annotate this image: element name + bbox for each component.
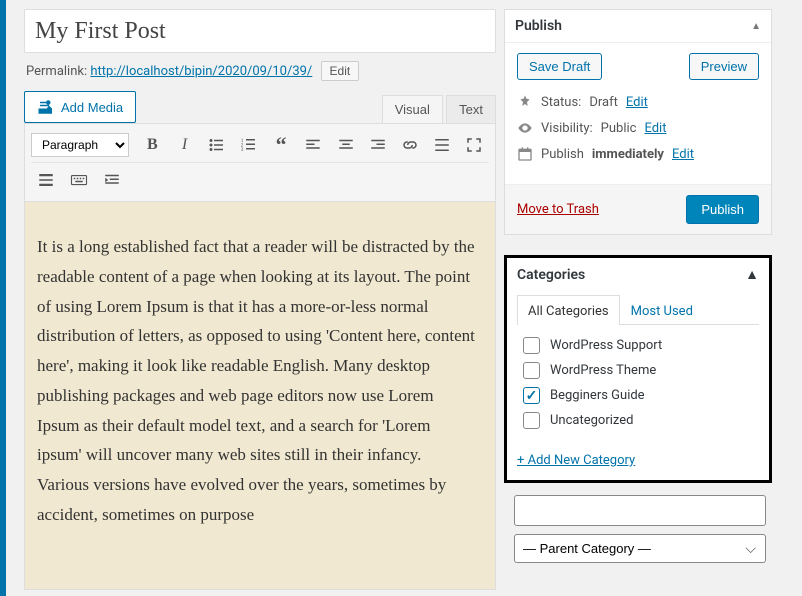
status-label: Status: (541, 95, 581, 110)
align-center-button[interactable] (331, 131, 360, 159)
parent-category-select[interactable]: — Parent Category — (514, 534, 766, 563)
collapse-icon: ▲ (751, 21, 761, 32)
edit-status-link[interactable]: Edit (626, 95, 648, 110)
categories-panel-header[interactable]: Categories ▲ (507, 258, 769, 291)
schedule-value: immediately (592, 147, 664, 162)
fullscreen-button[interactable] (460, 131, 489, 159)
publish-panel-title: Publish (515, 18, 562, 34)
eye-icon (517, 120, 533, 136)
tab-text[interactable]: Text (446, 95, 496, 123)
pin-icon (517, 94, 533, 110)
category-item: Begginers Guide (523, 387, 759, 404)
content-editor[interactable]: It is a long established fact that a rea… (24, 202, 496, 590)
edit-schedule-link[interactable]: Edit (672, 147, 694, 162)
publish-panel: Publish ▲ Save Draft Preview Status: Dra… (504, 9, 772, 235)
read-more-button[interactable] (428, 131, 457, 159)
category-label: WordPress Theme (550, 363, 656, 378)
publish-panel-header[interactable]: Publish ▲ (505, 10, 771, 43)
strikethrough-button[interactable] (31, 166, 61, 194)
camera-music-icon (37, 98, 55, 116)
edit-visibility-link[interactable]: Edit (644, 121, 666, 136)
permalink-url[interactable]: http://localhost/bipin/2020/09/10/39/ (90, 64, 312, 79)
bulleted-list-button[interactable] (202, 131, 231, 159)
numbered-list-button[interactable]: 123 (234, 131, 263, 159)
tab-all-categories[interactable]: All Categories (517, 295, 620, 325)
category-checkbox[interactable] (523, 387, 540, 404)
indent-button[interactable] (97, 166, 127, 194)
permalink-row: Permalink: http://localhost/bipin/2020/0… (26, 61, 494, 81)
align-left-button[interactable] (299, 131, 328, 159)
categories-panel-title: Categories (517, 267, 585, 283)
publish-button[interactable]: Publish (686, 195, 759, 224)
category-item: WordPress Support (523, 337, 759, 354)
category-item: Uncategorized (523, 412, 759, 429)
edit-permalink-button[interactable]: Edit (321, 61, 360, 81)
category-checkbox[interactable] (523, 337, 540, 354)
move-to-trash-link[interactable]: Move to Trash (517, 202, 599, 217)
italic-button[interactable]: I (170, 131, 199, 159)
editor-toolbar: Paragraph B I 123 “ (24, 123, 496, 202)
schedule-label: Publish (541, 147, 584, 162)
permalink-label: Permalink: (26, 64, 87, 79)
blockquote-button[interactable]: “ (267, 131, 296, 159)
category-label: Begginers Guide (550, 388, 645, 403)
add-media-label: Add Media (61, 100, 123, 115)
save-draft-button[interactable]: Save Draft (517, 53, 602, 80)
keyboard-button[interactable] (64, 166, 94, 194)
post-title-input[interactable] (24, 9, 496, 53)
bold-button[interactable]: B (138, 131, 167, 159)
category-label: Uncategorized (550, 413, 633, 428)
add-media-button[interactable]: Add Media (24, 91, 136, 123)
visibility-label: Visibility: (541, 121, 593, 136)
category-checkbox[interactable] (523, 412, 540, 429)
categories-panel: Categories ▲ All Categories Most Used Wo… (504, 255, 772, 483)
preview-button[interactable]: Preview (689, 53, 759, 80)
svg-text:3: 3 (241, 147, 244, 153)
tab-visual[interactable]: Visual (382, 95, 443, 123)
calendar-icon (517, 146, 533, 162)
align-right-button[interactable] (363, 131, 392, 159)
visibility-value: Public (601, 121, 637, 136)
admin-sidebar-edge (0, 0, 6, 596)
link-button[interactable] (395, 131, 424, 159)
category-list: WordPress Support WordPress Theme Beggin… (517, 337, 759, 441)
content-body-text: It is a long established fact that a rea… (37, 232, 475, 530)
status-value: Draft (589, 95, 618, 110)
category-checkbox[interactable] (523, 362, 540, 379)
paragraph-format-select[interactable]: Paragraph (31, 133, 129, 157)
add-new-category-link[interactable]: + Add New Category (517, 453, 635, 468)
category-item: WordPress Theme (523, 362, 759, 379)
new-category-input[interactable] (514, 495, 766, 526)
category-label: WordPress Support (550, 338, 662, 353)
tab-most-used[interactable]: Most Used (620, 295, 704, 325)
collapse-icon: ▲ (745, 266, 759, 283)
